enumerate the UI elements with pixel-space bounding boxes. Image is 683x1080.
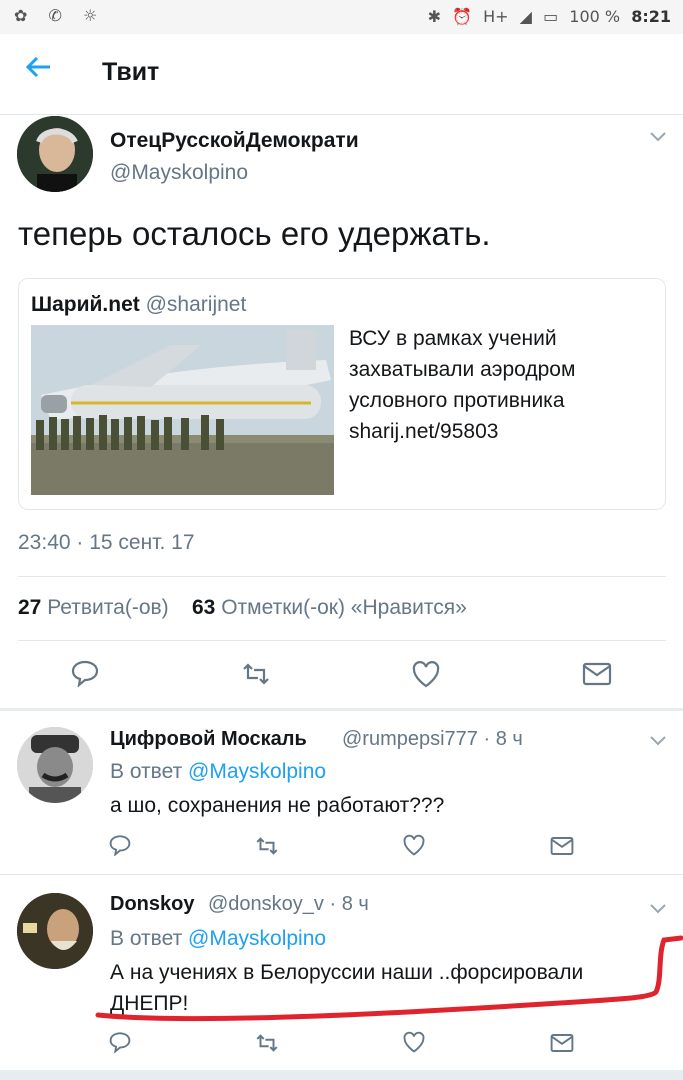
red-underline-annotation [95,935,683,1022]
